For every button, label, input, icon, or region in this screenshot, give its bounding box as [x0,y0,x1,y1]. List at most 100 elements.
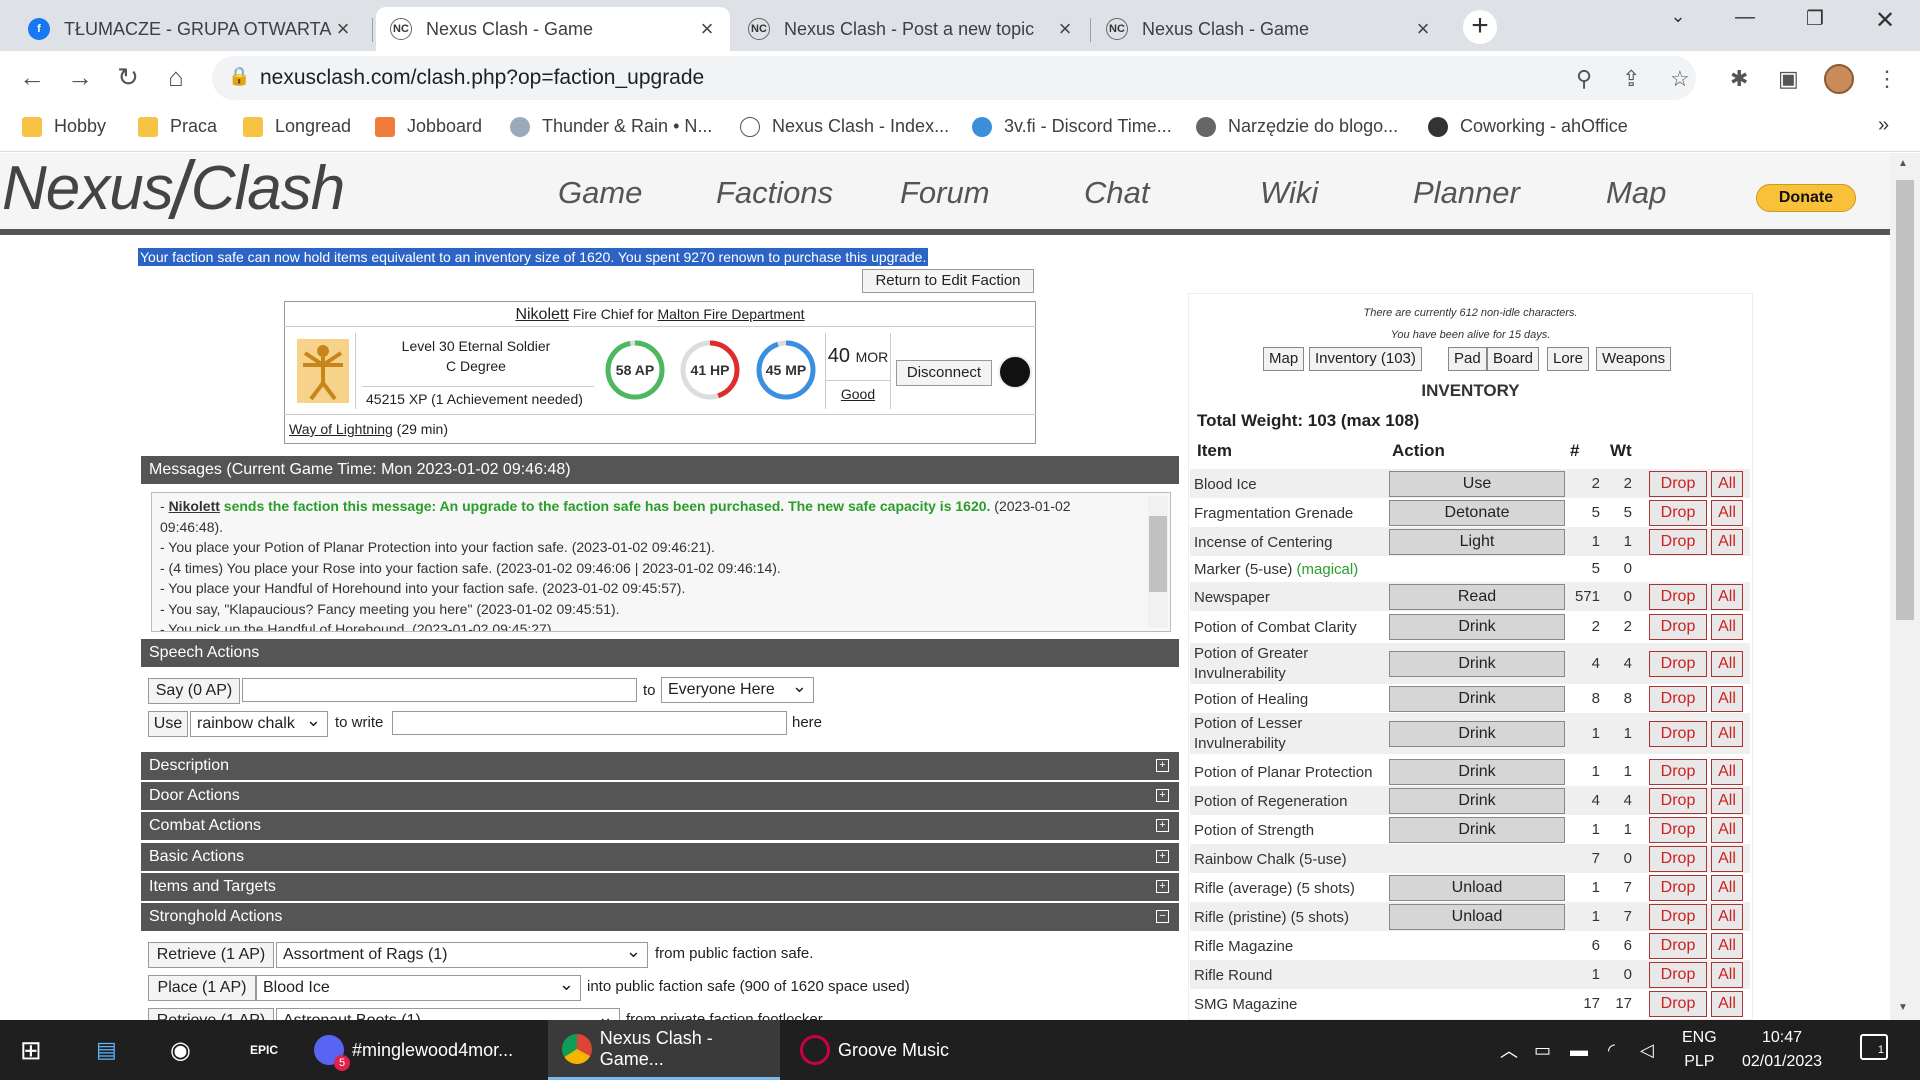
drop-button[interactable]: Drop [1649,529,1707,555]
sidepanel-icon[interactable]: ▣ [1778,66,1799,92]
bookmark-longread[interactable]: Longread [243,116,351,137]
taskbar-discord[interactable]: 5 #minglewood4mor... [314,1020,534,1080]
expand-icon[interactable]: + [1156,880,1169,893]
nav-forum[interactable]: Forum [900,175,990,211]
url-text[interactable]: nexusclash.com/clash.php?op=faction_upgr… [260,66,704,90]
say-input[interactable] [242,678,637,702]
drop-all-button[interactable]: All [1711,614,1743,640]
use-button[interactable]: Use [148,711,188,737]
nav-planner[interactable]: Planner [1413,175,1520,211]
faction-link[interactable]: Malton Fire Department [658,306,805,322]
panel-tab-pad[interactable]: Pad [1448,347,1487,371]
item-action-button[interactable]: Drink [1389,614,1565,640]
profile-avatar[interactable] [1824,64,1854,94]
expand-icon[interactable]: + [1156,759,1169,772]
site-logo[interactable]: Nexus Clash [2,153,345,224]
say-button[interactable]: Say (0 AP) [148,678,240,704]
drop-all-button[interactable]: All [1711,875,1743,901]
bookmark-jobboard[interactable]: Jobboard [375,116,482,137]
drop-all-button[interactable]: All [1711,962,1743,988]
forward-icon[interactable]: → [64,62,96,94]
notification-icon[interactable]: 1 [1860,1034,1888,1060]
wifi-icon[interactable]: ◜ [1608,1020,1615,1080]
drop-button[interactable]: Drop [1649,904,1707,930]
item-action-button[interactable]: Drink [1389,686,1565,712]
tab-nexus-game-active[interactable]: NC Nexus Clash - Game × [376,7,730,51]
place-select[interactable]: Blood Ice [256,972,581,1001]
minimize-button[interactable]: — [1722,6,1768,36]
more-bookmarks-icon[interactable]: » [1878,114,1889,137]
bookmark-praca[interactable]: Praca [138,116,217,137]
write-input[interactable] [392,711,787,735]
item-action-button[interactable]: Use [1389,471,1565,497]
drop-all-button[interactable]: All [1711,933,1743,959]
expand-icon[interactable]: + [1156,789,1169,802]
share-icon[interactable]: ⇪ [1622,66,1640,92]
drop-button[interactable]: Drop [1649,788,1707,814]
bookmark-coworking[interactable]: Coworking - ahOffice [1428,116,1628,137]
drop-all-button[interactable]: All [1711,904,1743,930]
messages-scrollbar-thumb[interactable] [1149,516,1167,592]
close-tab-icon[interactable]: × [696,16,718,42]
drop-button[interactable]: Drop [1649,584,1707,610]
bookmark-discord-time[interactable]: 3v.fi - Discord Time... [972,116,1172,137]
messages-log[interactable]: - Nikolett sends the faction this messag… [151,492,1171,632]
tray-display-icon[interactable]: ▭ [1534,1020,1551,1080]
new-tab-button[interactable]: + [1463,10,1497,44]
taskbar-chrome[interactable]: Nexus Clash - Game... [548,1020,780,1080]
drop-all-button[interactable]: All [1711,846,1743,872]
drop-all-button[interactable]: All [1711,471,1743,497]
donate-button[interactable]: Donate [1756,184,1856,212]
item-action-button[interactable]: Drink [1389,788,1565,814]
item-action-button[interactable]: Light [1389,529,1565,555]
drop-button[interactable]: Drop [1649,614,1707,640]
drop-button[interactable]: Drop [1649,759,1707,785]
drop-button[interactable]: Drop [1649,500,1707,526]
taskbar-groove[interactable]: Groove Music [796,1020,1016,1080]
chalk-select[interactable]: rainbow chalk [190,708,328,737]
item-action-button[interactable]: Drink [1389,817,1565,843]
item-action-button[interactable]: Read [1389,584,1565,610]
drop-all-button[interactable]: All [1711,651,1743,677]
drop-button[interactable]: Drop [1649,817,1707,843]
close-tab-icon[interactable]: × [1412,16,1434,42]
item-action-button[interactable]: Drink [1389,721,1565,747]
volume-icon[interactable]: ◁ [1640,1020,1654,1080]
retrieve-public-select[interactable]: Assortment of Rags (1) [276,939,648,968]
drop-button[interactable]: Drop [1649,471,1707,497]
epic-games-icon[interactable]: EPIC [250,1020,280,1080]
expand-icon[interactable]: + [1156,850,1169,863]
item-action-button[interactable]: Drink [1389,759,1565,785]
reload-icon[interactable]: ↻ [112,62,144,94]
drop-all-button[interactable]: All [1711,584,1743,610]
drop-button[interactable]: Drop [1649,846,1707,872]
battery-icon[interactable]: ▬ [1570,1020,1588,1080]
bookmark-hobby[interactable]: Hobby [22,116,106,137]
item-action-button[interactable]: Unload [1389,904,1565,930]
alignment-link[interactable]: Good [826,380,890,402]
tab-nexus-game-2[interactable]: NC Nexus Clash - Game × [1092,7,1446,51]
restore-button[interactable]: ❐ [1792,6,1838,36]
collapse-icon[interactable]: − [1156,910,1169,923]
drop-button[interactable]: Drop [1649,651,1707,677]
section-combat-actions[interactable]: Combat Actions + [141,812,1179,840]
start-icon[interactable]: ⊞ [20,1020,50,1080]
extensions-icon[interactable]: ✱ [1730,66,1748,92]
disconnect-button[interactable]: Disconnect [896,360,992,386]
audience-select[interactable]: Everyone Here [661,674,814,703]
section-door-actions[interactable]: Door Actions + [141,782,1179,810]
page-scrollbar-thumb[interactable] [1896,180,1914,620]
panel-tab-inventory[interactable]: Inventory (103) [1309,347,1422,371]
drop-all-button[interactable]: All [1711,991,1743,1017]
drop-all-button[interactable]: All [1711,788,1743,814]
return-to-edit-faction-button[interactable]: Return to Edit Faction [862,269,1034,293]
place-button[interactable]: Place (1 AP) [148,975,256,1001]
close-tab-icon[interactable]: × [1054,16,1076,42]
nav-wiki[interactable]: Wiki [1260,175,1318,211]
drop-button[interactable]: Drop [1649,686,1707,712]
drop-button[interactable]: Drop [1649,933,1707,959]
star-icon[interactable]: ☆ [1670,66,1690,92]
drop-all-button[interactable]: All [1711,721,1743,747]
panel-tab-board[interactable]: Board [1487,347,1540,371]
expand-icon[interactable]: + [1156,819,1169,832]
